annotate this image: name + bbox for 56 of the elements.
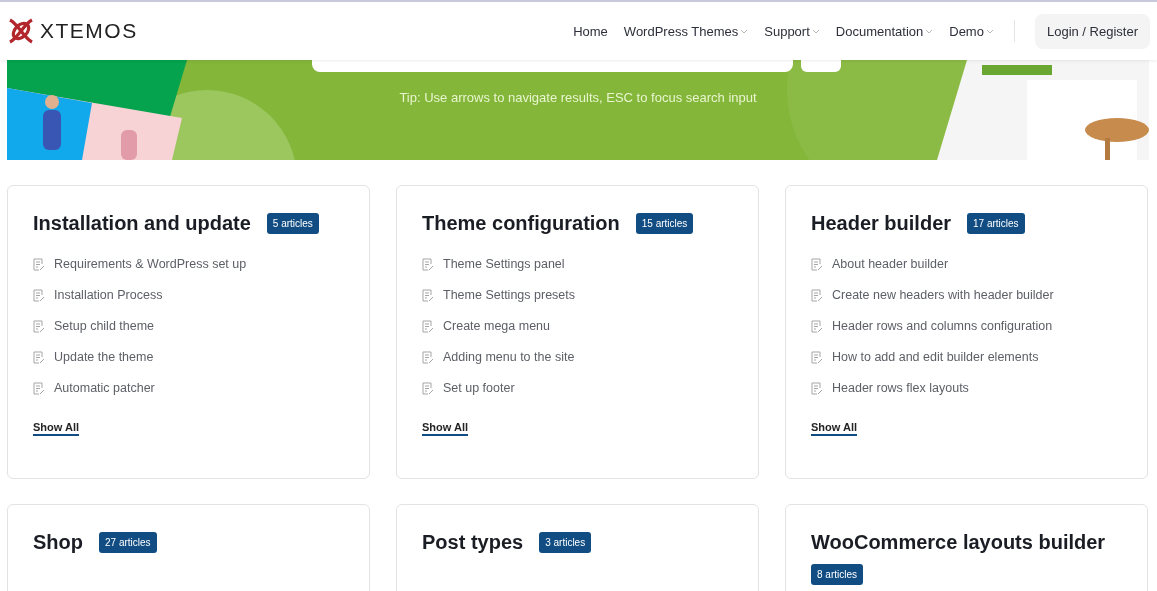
- document-icon: [33, 288, 45, 302]
- article-link[interactable]: Setup child theme: [54, 319, 155, 333]
- article-count-badge: 8 articles: [811, 564, 863, 585]
- document-icon: [33, 350, 45, 364]
- article-link[interactable]: Set up footer: [443, 381, 515, 395]
- article-link[interactable]: Requirements & WordPress set up: [54, 257, 247, 271]
- category-title[interactable]: Header builder: [811, 212, 952, 235]
- search-button[interactable]: [801, 60, 841, 72]
- category-title[interactable]: Installation and update: [33, 212, 251, 235]
- article-link[interactable]: Header rows flex layouts: [832, 381, 969, 395]
- document-icon: [422, 319, 434, 333]
- article-count-badge: 27 articles: [99, 532, 157, 553]
- document-icon: [811, 350, 823, 364]
- document-icon: [422, 350, 434, 364]
- article-count-badge: 3 articles: [539, 532, 592, 553]
- category-title[interactable]: Theme configuration: [422, 212, 620, 235]
- login-button[interactable]: Login / Register: [1034, 13, 1150, 49]
- show-all-link[interactable]: Show All: [422, 421, 469, 436]
- article-link[interactable]: How to add and edit builder elements: [832, 350, 1039, 364]
- article-link[interactable]: Update the theme: [54, 350, 154, 364]
- document-icon: [422, 257, 434, 271]
- nav-link[interactable]: Demo: [949, 23, 994, 39]
- article-link[interactable]: Header rows and columns configuration: [832, 319, 1053, 333]
- article-count-badge: 5 articles: [266, 213, 319, 234]
- nav-link[interactable]: Documentation: [835, 23, 934, 39]
- document-icon: [422, 381, 434, 395]
- nav-link[interactable]: WordPress Themes: [623, 23, 749, 39]
- article-link[interactable]: Installation Process: [54, 288, 163, 302]
- document-icon: [811, 319, 823, 333]
- article-count-badge: 17 articles: [967, 213, 1025, 234]
- document-icon: [811, 381, 823, 395]
- article-count-badge: 15 articles: [635, 213, 694, 234]
- document-icon: [33, 257, 45, 271]
- article-link[interactable]: Automatic patcher: [54, 381, 155, 395]
- article-link[interactable]: Create mega menu: [443, 319, 550, 333]
- document-icon: [811, 257, 823, 271]
- article-link[interactable]: About header builder: [832, 257, 949, 271]
- logo-icon: [6, 16, 36, 46]
- document-icon: [33, 381, 45, 395]
- logo-text[interactable]: XTEMOS: [40, 19, 138, 43]
- article-link[interactable]: Adding menu to the site: [443, 350, 575, 364]
- show-all-link[interactable]: Show All: [33, 421, 80, 436]
- search-field[interactable]: [312, 60, 793, 72]
- nav-link[interactable]: Home: [573, 23, 608, 39]
- category-title[interactable]: Shop: [33, 531, 83, 554]
- document-icon: [811, 288, 823, 302]
- category-title[interactable]: Post types: [422, 531, 524, 554]
- show-all-link[interactable]: Show All: [811, 421, 858, 436]
- nav-link[interactable]: Support: [764, 23, 820, 39]
- document-icon: [422, 288, 434, 302]
- document-icon: [33, 319, 45, 333]
- article-link[interactable]: Theme Settings panel: [443, 257, 565, 271]
- article-link[interactable]: Theme Settings presets: [443, 288, 575, 302]
- search-tip: Tip: Use arrows to navigate results, ESC to focus search input: [398, 90, 758, 105]
- article-link[interactable]: Create new headers with header builder: [832, 288, 1054, 302]
- category-title[interactable]: WooCommerce layouts builder: [811, 531, 1106, 554]
